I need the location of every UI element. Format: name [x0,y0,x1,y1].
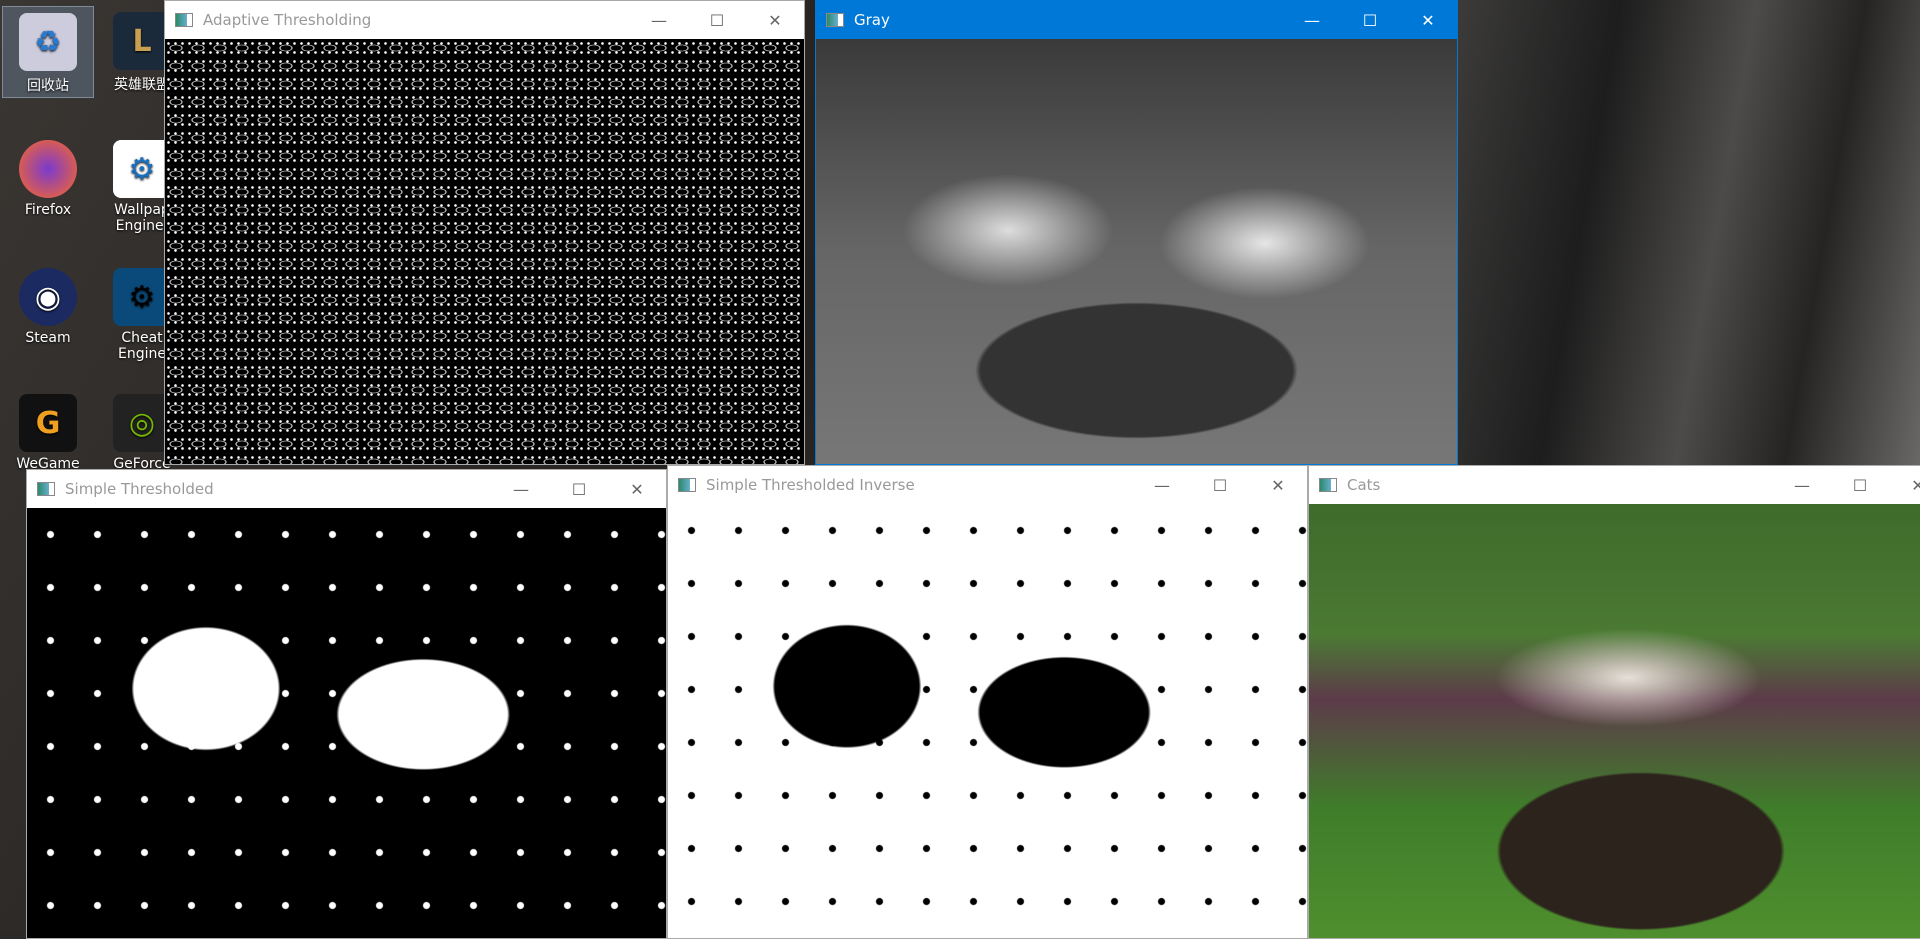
steam-icon: ◉ [19,268,77,326]
inverse-threshold-image [668,504,1307,938]
window-cats[interactable]: Cats —☐✕ [1308,465,1920,939]
window-simple-thresholded[interactable]: Simple Thresholded — ☐ ✕ [26,469,667,939]
minimize-button[interactable]: — [492,480,550,499]
close-button[interactable]: ✕ [746,11,804,30]
close-button[interactable]: ✕ [1249,476,1307,495]
title-bar[interactable]: Simple Thresholded — ☐ ✕ [27,470,666,508]
icon-label: Firefox [24,202,72,218]
desktop-icon-recycle-bin[interactable]: ♻ 回收站 [2,6,94,98]
app-icon [678,478,696,492]
cats-color-image [1309,504,1920,938]
minimize-button[interactable]: — [1773,476,1831,495]
league-of-legends-icon: L [113,12,171,70]
wallpaper-engine-icon: ⚙ [113,140,171,198]
icon-label: Cheat Engine [118,330,166,362]
window-gray[interactable]: Gray — ☐ ✕ [815,0,1458,465]
desktop-icon-wegame[interactable]: G WeGame [2,388,94,472]
adaptive-threshold-image [165,39,804,464]
title-bar[interactable]: Adaptive Thresholding — ☐ ✕ [165,1,804,39]
minimize-button[interactable]: — [1133,476,1191,495]
simple-threshold-image [27,508,666,938]
title-bar[interactable]: Cats —☐✕ [1309,466,1920,504]
wegame-icon: G [19,394,77,452]
maximize-button[interactable]: ☐ [1831,476,1889,495]
close-button[interactable]: ✕ [608,480,666,499]
window-adaptive-thresholding[interactable]: Adaptive Thresholding — ☐ ✕ [164,0,805,465]
icon-label: 回收站 [27,78,69,94]
grayscale-image [816,39,1457,464]
minimize-button[interactable]: — [630,11,688,30]
app-icon [37,482,55,496]
icon-label: 英雄联盟 [114,77,170,93]
desktop-icon-steam[interactable]: ◉ Steam [2,262,94,346]
window-title: Adaptive Thresholding [203,11,372,29]
maximize-button[interactable]: ☐ [1191,476,1249,495]
app-icon [826,13,844,27]
window-title: Cats [1347,476,1381,494]
window-title: Gray [854,11,890,29]
minimize-button[interactable]: — [1283,11,1341,30]
firefox-icon [19,140,77,198]
recycle-bin-icon: ♻ [19,13,77,71]
app-icon [1319,478,1337,492]
maximize-button[interactable]: ☐ [550,480,608,499]
app-icon [175,13,193,27]
title-bar[interactable]: Simple Thresholded Inverse — ☐ ✕ [668,466,1307,504]
window-title: Simple Thresholded [65,480,214,498]
maximize-button[interactable]: ☐ [688,11,746,30]
title-bar[interactable]: Gray — ☐ ✕ [816,1,1457,39]
maximize-button[interactable]: ☐ [1341,11,1399,30]
close-button[interactable]: ✕ [1889,476,1920,495]
window-simple-thresholded-inverse[interactable]: Simple Thresholded Inverse — ☐ ✕ [667,465,1308,939]
icon-label: Wallpap Engine: [114,202,170,234]
wallpaper-visible-region [1458,0,1920,465]
close-button[interactable]: ✕ [1399,11,1457,30]
window-title: Simple Thresholded Inverse [706,476,915,494]
nvidia-geforce-icon: ◎ [113,394,171,452]
cheat-engine-icon: ⚙ [113,268,171,326]
desktop-icon-firefox[interactable]: Firefox [2,134,94,218]
icon-label: Steam [25,330,71,346]
